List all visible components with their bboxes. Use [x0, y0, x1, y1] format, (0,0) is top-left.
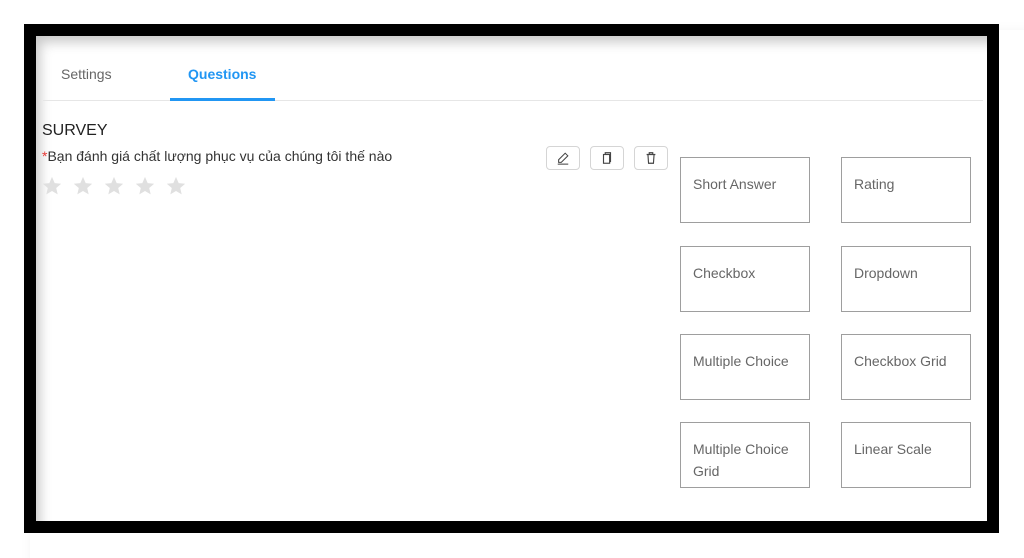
star-icon[interactable]	[72, 175, 94, 197]
question-type-checkbox[interactable]: Checkbox	[680, 246, 810, 312]
star-rating	[41, 175, 187, 197]
tab-settings[interactable]: Settings	[61, 66, 112, 82]
delete-button[interactable]	[634, 146, 668, 170]
question-type-short-answer[interactable]: Short Answer	[680, 157, 810, 223]
star-icon[interactable]	[165, 175, 187, 197]
tab-bar: Settings Questions	[43, 36, 983, 101]
pencil-icon	[557, 152, 569, 165]
question-type-rating[interactable]: Rating	[841, 157, 971, 223]
tab-questions[interactable]: Questions	[188, 66, 256, 82]
question-type-linear-scale[interactable]: Linear Scale	[841, 422, 971, 488]
question-type-multiple-choice[interactable]: Multiple Choice	[680, 334, 810, 400]
survey-title: SURVEY	[42, 122, 108, 139]
copy-icon	[602, 152, 612, 164]
duplicate-button[interactable]	[590, 146, 624, 170]
question-type-checkbox-grid[interactable]: Checkbox Grid	[841, 334, 971, 400]
star-icon[interactable]	[41, 175, 63, 197]
star-icon[interactable]	[103, 175, 125, 197]
question-type-multiple-choice-grid[interactable]: Multiple Choice Grid	[680, 422, 810, 488]
survey-editor: Settings Questions SURVEY *Bạn đánh giá …	[36, 36, 987, 521]
question-type-dropdown[interactable]: Dropdown	[841, 246, 971, 312]
question-actions	[546, 146, 668, 170]
window-frame: Settings Questions SURVEY *Bạn đánh giá …	[24, 24, 999, 533]
question-text: Bạn đánh giá chất lượng phục vụ của chún…	[47, 148, 393, 164]
active-tab-indicator	[170, 98, 275, 101]
edit-button[interactable]	[546, 146, 580, 170]
star-icon[interactable]	[134, 175, 156, 197]
question-label: *Bạn đánh giá chất lượng phục vụ của chú…	[42, 148, 392, 164]
trash-icon	[646, 152, 656, 164]
